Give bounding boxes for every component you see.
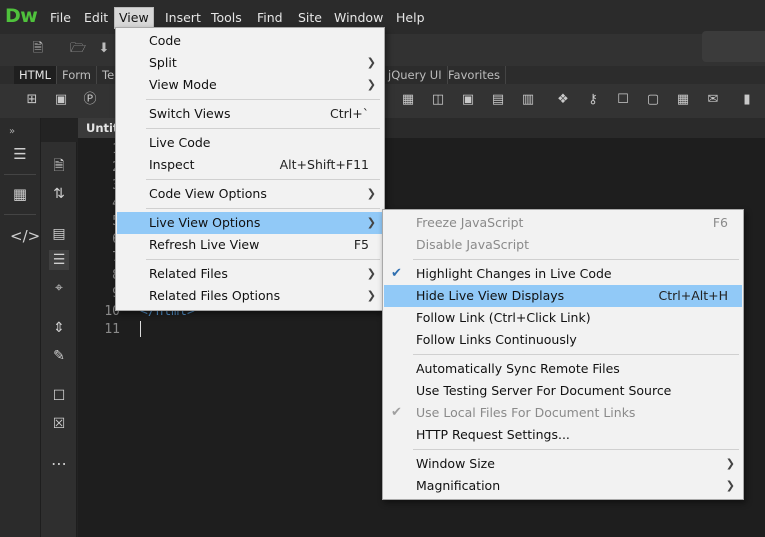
monitor-icon[interactable]: ▢	[645, 93, 661, 107]
tab-jquery-ui[interactable]: jQuery UI	[383, 66, 448, 84]
tab-form[interactable]: Form	[57, 66, 97, 84]
media-icon[interactable]: ▮	[739, 93, 755, 107]
menu-item-code-view-options[interactable]: Code View Options ❯	[117, 183, 383, 205]
comment-icon[interactable]: ☐	[615, 93, 631, 107]
remove-comment-icon[interactable]: ☒	[49, 414, 69, 434]
menu-find[interactable]: Find	[253, 8, 287, 28]
aside-icon[interactable]: ◫	[430, 93, 446, 107]
open-folder-icon[interactable]: 🗁	[70, 42, 86, 56]
text-caret	[140, 321, 141, 337]
menu-item-switch-views[interactable]: Switch Views Ctrl+`	[117, 103, 383, 125]
format-source-icon[interactable]: ▤	[49, 224, 69, 244]
menu-item-use-local-files[interactable]: ✔ Use Local Files For Document Links	[384, 402, 742, 424]
menu-site[interactable]: Site	[294, 8, 326, 28]
chevron-right-icon: ❯	[366, 78, 376, 91]
chevron-right-icon: ❯	[366, 56, 376, 69]
chevron-right-icon: ❯	[366, 187, 376, 200]
view-menu: Code Split ❯ View Mode ❯ Switch Views Ctrl+…	[115, 27, 385, 311]
menu-item-inspect[interactable]: Inspect Alt+Shift+F11	[117, 154, 383, 176]
checkmark-icon: ✔	[391, 266, 402, 281]
left-panel: » ☰ ▦ </>	[0, 118, 41, 537]
tab-html[interactable]: HTML	[14, 66, 58, 84]
workspace-switcher[interactable]	[702, 31, 765, 62]
script-icon[interactable]: ▦	[675, 93, 691, 107]
table-icon[interactable]: ▦	[400, 93, 416, 107]
live-view-options-submenu: Freeze JavaScript F6 Disable JavaScript ✔…	[382, 209, 744, 500]
div-icon[interactable]: ⊞	[24, 93, 40, 107]
download-icon[interactable]: ⬇	[96, 42, 112, 56]
chevron-right-icon: ❯	[366, 267, 376, 280]
line-number: 11	[104, 322, 120, 337]
menu-item-follow-link[interactable]: Follow Link (Ctrl+Click Link)	[384, 307, 742, 329]
checkmark-icon: ✔	[391, 405, 402, 420]
menu-item-disable-javascript[interactable]: Disable JavaScript	[384, 234, 742, 256]
menu-item-freeze-javascript[interactable]: Freeze JavaScript F6	[384, 212, 742, 234]
menu-item-magnification[interactable]: Magnification ❯	[384, 475, 742, 497]
menu-view[interactable]: View	[114, 7, 154, 29]
menu-item-follow-links-continuously[interactable]: Follow Links Continuously	[384, 329, 742, 351]
apply-comment-icon[interactable]: ☐	[49, 386, 69, 406]
email-icon[interactable]: ✉	[705, 93, 721, 107]
chevron-right-icon: ❯	[366, 289, 376, 302]
file-management-icon[interactable]: ⇅	[49, 184, 69, 204]
menu-item-split[interactable]: Split ❯	[117, 52, 383, 74]
image-icon[interactable]: ▣	[53, 93, 69, 107]
new-document-icon[interactable]: 🗎	[30, 42, 46, 56]
menu-help[interactable]: Help	[392, 8, 429, 28]
menu-edit[interactable]: Edit	[80, 8, 112, 28]
menu-item-live-view-options[interactable]: Live View Options ❯	[117, 212, 383, 234]
wrap-tag-icon[interactable]: ✎	[49, 346, 69, 366]
expand-panels-icon[interactable]: »	[2, 122, 22, 142]
tab-favorites[interactable]: Favorites	[443, 66, 506, 84]
menu-item-related-files[interactable]: Related Files ❯	[117, 263, 383, 285]
chevron-right-icon: ❯	[366, 216, 376, 229]
menu-insert[interactable]: Insert	[161, 8, 205, 28]
menu-item-refresh-live-view[interactable]: Refresh Live View F5	[117, 234, 383, 256]
menu-item-hide-live-view-displays[interactable]: Hide Live View Displays Ctrl+Alt+H	[384, 285, 742, 307]
menu-item-code[interactable]: Code	[117, 30, 383, 52]
menu-item-live-code[interactable]: Live Code	[117, 132, 383, 154]
assets-icon[interactable]: ▦	[10, 184, 30, 204]
paragraph-icon[interactable]: Ⓟ	[82, 93, 98, 107]
header-icon[interactable]: ▤	[490, 93, 506, 107]
key-icon[interactable]: ⚷	[585, 93, 601, 107]
menu-file[interactable]: File	[46, 8, 75, 28]
chevron-right-icon: ❯	[725, 457, 735, 470]
section-icon[interactable]: ▣	[460, 93, 476, 107]
chevron-right-icon: ❯	[725, 479, 735, 492]
menu-item-window-size[interactable]: Window Size ❯	[384, 453, 742, 475]
app-logo: Dw	[5, 5, 38, 27]
menu-item-auto-sync-remote-files[interactable]: Automatically Sync Remote Files	[384, 358, 742, 380]
coding-toolbar: 🗎 ⇅ ▤ ☰ ⌖ ⇕ ✎ ☐ ☒ ⋯	[41, 142, 77, 537]
menu-item-view-mode[interactable]: View Mode ❯	[117, 74, 383, 96]
indent-icon[interactable]: ☰	[49, 250, 69, 270]
target-icon[interactable]: ⌖	[49, 278, 69, 298]
dom-tree-icon[interactable]: ☰	[10, 144, 30, 164]
menu-item-use-testing-server[interactable]: Use Testing Server For Document Source	[384, 380, 742, 402]
tag-icon[interactable]: ❖	[555, 93, 571, 107]
code-snippets-icon[interactable]: </>	[10, 226, 40, 246]
footer-icon[interactable]: ▥	[520, 93, 536, 107]
open-documents-icon[interactable]: 🗎	[49, 156, 69, 176]
menu-tools[interactable]: Tools	[207, 8, 246, 28]
collapse-tag-icon[interactable]: ⇕	[49, 318, 69, 338]
more-options-icon[interactable]: ⋯	[49, 454, 69, 474]
menu-window[interactable]: Window	[330, 8, 387, 28]
menu-item-http-request-settings[interactable]: HTTP Request Settings...	[384, 424, 742, 446]
menu-item-highlight-changes[interactable]: ✔ Highlight Changes in Live Code	[384, 263, 742, 285]
menu-item-related-files-options[interactable]: Related Files Options ❯	[117, 285, 383, 307]
